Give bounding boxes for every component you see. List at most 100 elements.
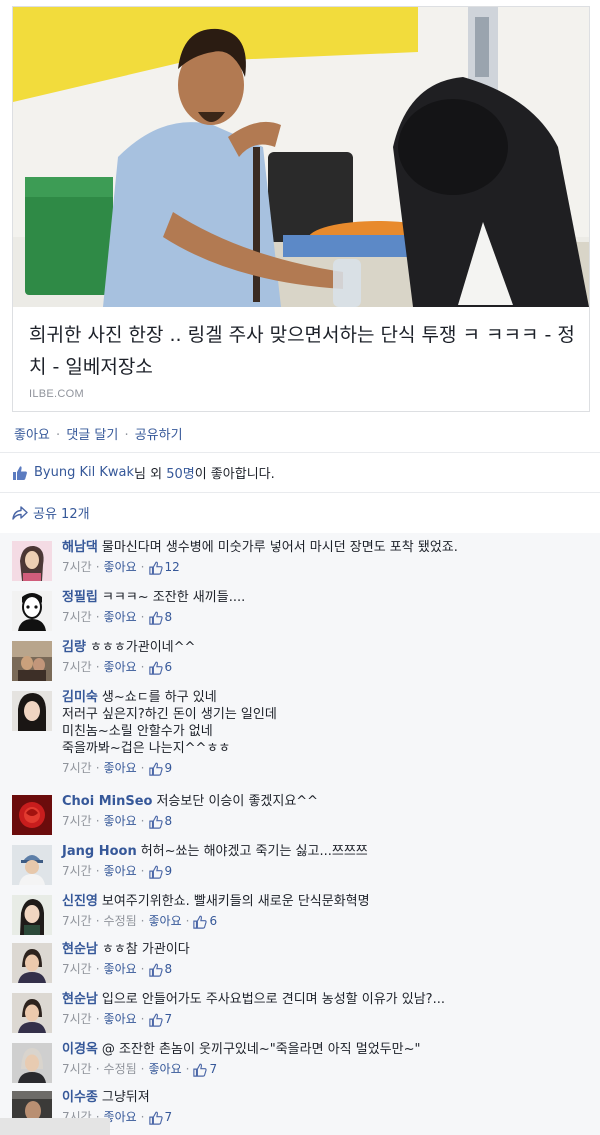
- like-count-value: 6: [209, 914, 218, 928]
- commenter-name[interactable]: 현순남: [62, 992, 98, 1007]
- comment-link[interactable]: 댓글 달기: [66, 428, 118, 443]
- comment-like-button[interactable]: 좋아요: [104, 863, 137, 880]
- comment-time[interactable]: 7시간: [62, 1061, 92, 1078]
- thumbs-up-icon: [13, 465, 27, 480]
- thumbs-up-icon: [148, 815, 163, 829]
- comment-like-button[interactable]: 좋아요: [149, 1061, 182, 1078]
- commenter-name[interactable]: 현순남: [62, 942, 98, 957]
- comment-like-button[interactable]: 좋아요: [104, 813, 137, 830]
- comment-time[interactable]: 7시간: [62, 609, 92, 626]
- comment-like-button[interactable]: 좋아요: [104, 961, 137, 978]
- comment-like-button[interactable]: 좋아요: [104, 609, 137, 626]
- like-count-value: 12: [164, 560, 180, 574]
- avatar[interactable]: [12, 541, 52, 581]
- comment-time[interactable]: 7시간: [62, 1011, 92, 1028]
- comment-like-count[interactable]: 8: [148, 961, 173, 978]
- comment-like-count[interactable]: 7: [148, 1011, 173, 1028]
- avatar[interactable]: [12, 845, 52, 885]
- thumbs-up-icon: [193, 1063, 208, 1077]
- thumbs-up-icon: [148, 1111, 163, 1125]
- action-separator: ·: [124, 428, 129, 443]
- commenter-name[interactable]: 신진영: [62, 894, 98, 909]
- like-count-value: 8: [164, 814, 173, 828]
- comment-edited[interactable]: 수정됨: [104, 913, 137, 930]
- commenter-name[interactable]: 이수종: [62, 1090, 98, 1105]
- comments-section: 해남댁 물마신다며 생수병에 미숫가루 넣어서 마시던 장면도 포착 됐었죠. 7…: [0, 533, 600, 1135]
- like-count-value: 9: [164, 864, 173, 878]
- comment-like-count[interactable]: 6: [148, 659, 172, 676]
- likes-summary: Byung Kil Kwak 님 외 50명 이 좋아합니다.: [12, 463, 275, 482]
- like-count-value: 7: [209, 1062, 218, 1076]
- like-count-value: 7: [164, 1110, 173, 1124]
- avatar[interactable]: [12, 591, 52, 631]
- commenter-name[interactable]: 이경옥: [62, 1042, 98, 1057]
- like-count-value: 7: [164, 1012, 173, 1026]
- like-count-value: 8: [164, 962, 173, 976]
- commenter-name[interactable]: 해남댁: [62, 540, 98, 555]
- comment-time[interactable]: 7시간: [62, 659, 92, 676]
- comment-like-count[interactable]: 9: [148, 760, 173, 777]
- liker-name[interactable]: Byung Kil Kwak: [34, 465, 134, 480]
- comment-like-button[interactable]: 좋아요: [104, 1011, 137, 1028]
- likes-count[interactable]: 50명: [166, 463, 195, 482]
- commenter-name[interactable]: 김미숙: [62, 690, 98, 705]
- thumbs-up-icon: [148, 762, 163, 776]
- divider: [0, 492, 600, 493]
- commenter-name[interactable]: Choi MinSeo: [62, 794, 152, 809]
- avatar[interactable]: [12, 895, 52, 935]
- comment-like-count[interactable]: 6: [193, 913, 217, 930]
- comment-text: 보여주기위한쇼. 빨새키들의 새로운 단식문화혁명: [101, 894, 370, 909]
- action-separator: ·: [56, 428, 61, 443]
- link-title[interactable]: 희귀한 사진 한장 .. 링겔 주사 맞으면서하는 단식 투쟁 ㅋ ㅋㅋㅋ - …: [29, 319, 577, 383]
- link-preview-image[interactable]: [13, 7, 589, 307]
- comment-text: 저승보단 이승이 좋겠지요^^: [156, 794, 319, 809]
- thumbs-up-icon: [193, 915, 208, 929]
- comment-text: 입으로 안들어가도 주사요법으로 견디며 농성할 이유가 있남?...: [101, 992, 445, 1007]
- post-actions: 좋아요 · 댓글 달기 · 공유하기: [14, 424, 183, 443]
- comment-time[interactable]: 7시간: [62, 559, 92, 576]
- comment-text: 그냥뒤져: [101, 1090, 150, 1105]
- comment-like-button[interactable]: 좋아요: [104, 760, 137, 777]
- avatar[interactable]: [12, 641, 52, 681]
- like-count-value: 8: [164, 610, 173, 624]
- avatar[interactable]: [12, 993, 52, 1033]
- link-domain: ILBE.COM: [29, 388, 84, 400]
- commenter-name[interactable]: Jang Hoon: [62, 844, 137, 859]
- avatar[interactable]: [12, 691, 52, 731]
- comment-like-button[interactable]: 좋아요: [104, 659, 137, 676]
- share-link[interactable]: 공유하기: [135, 428, 183, 443]
- comment-time[interactable]: 7시간: [62, 961, 92, 978]
- comment-like-count[interactable]: 7: [193, 1061, 217, 1078]
- comment-like-count[interactable]: 7: [148, 1109, 173, 1126]
- comment-text: ㅎㅎㅎ가관이네^^: [89, 640, 196, 655]
- comment-like-button[interactable]: 좋아요: [149, 913, 182, 930]
- bottom-overlay: [0, 1118, 110, 1135]
- comment-text: 물마신다며 생수병에 미숫가루 넣어서 마시던 장면도 포착 됐었죠.: [101, 540, 458, 555]
- comment-text: ㅋㅋㅋ~ 조잔한 새끼들....: [101, 590, 246, 605]
- shares-count[interactable]: 공유 12개: [12, 503, 90, 522]
- shares-label: 공유 12개: [33, 507, 90, 522]
- likes-text-2: 이 좋아합니다.: [194, 467, 275, 482]
- thumbs-up-icon: [148, 561, 163, 575]
- comment-like-button[interactable]: 좋아요: [104, 559, 137, 576]
- comment-time[interactable]: 7시간: [62, 813, 92, 830]
- commenter-name[interactable]: 김량: [62, 640, 86, 655]
- link-preview-text[interactable]: 희귀한 사진 한장 .. 링겔 주사 맞으면서하는 단식 투쟁 ㅋ ㅋㅋㅋ - …: [13, 307, 589, 411]
- avatar[interactable]: [12, 943, 52, 983]
- comment-like-count[interactable]: 8: [148, 813, 173, 830]
- likes-text-1: 님 외: [134, 467, 167, 482]
- comment-like-count[interactable]: 8: [148, 609, 173, 626]
- commenter-name[interactable]: 정필립: [62, 590, 98, 605]
- like-count-value: 9: [164, 761, 173, 775]
- avatar[interactable]: [12, 795, 52, 835]
- comment-time[interactable]: 7시간: [62, 913, 92, 930]
- link-preview-card[interactable]: 희귀한 사진 한장 .. 링겔 주사 맞으면서하는 단식 투쟁 ㅋ ㅋㅋㅋ - …: [12, 6, 590, 412]
- like-link[interactable]: 좋아요: [14, 428, 50, 443]
- avatar[interactable]: [12, 1043, 52, 1083]
- comment-like-count[interactable]: 12: [148, 559, 180, 576]
- comment-like-count[interactable]: 9: [148, 863, 173, 880]
- comment-edited[interactable]: 수정됨: [104, 1061, 137, 1078]
- thumbs-up-icon: [148, 611, 163, 625]
- comment-time[interactable]: 7시간: [62, 863, 92, 880]
- comment-time[interactable]: 7시간: [62, 760, 92, 777]
